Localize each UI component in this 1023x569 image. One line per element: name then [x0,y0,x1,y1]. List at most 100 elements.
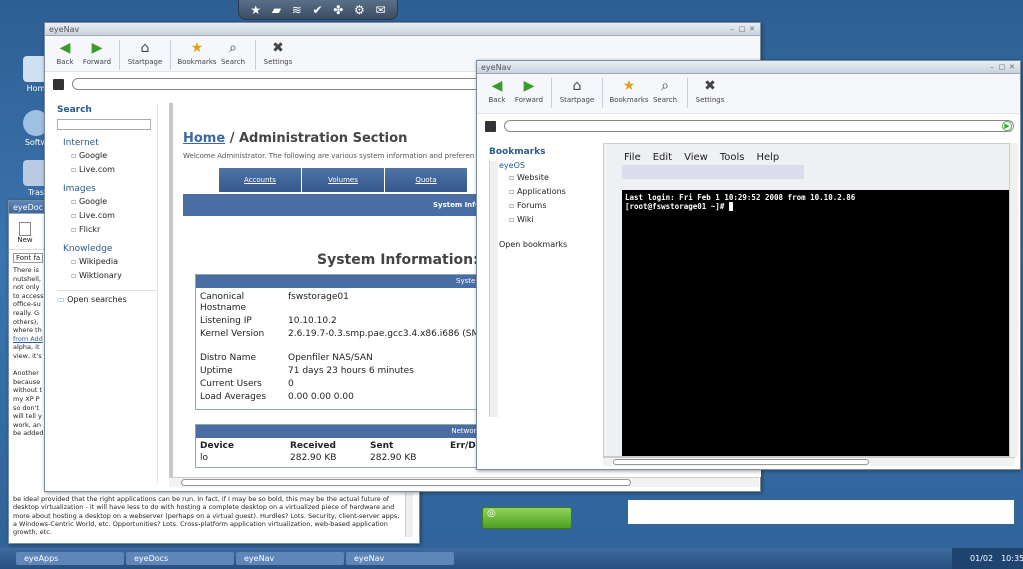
search-engine-item[interactable]: Wiktionary [71,270,157,282]
network-column-header: Sent [370,441,394,451]
vital-key: Kernel Version [200,329,265,339]
startpage-button[interactable]: ⌂ Startpage [126,40,164,66]
back-arrow-icon: ◀ [59,40,71,56]
document-bottom-text[interactable]: be ideal provided that the right applica… [9,493,409,537]
back-button[interactable]: ◀ Back [481,78,513,104]
vital-key: Current Users [200,379,262,389]
close-icon[interactable]: ✕ [748,25,756,33]
bookmark-item[interactable]: Forums [509,200,593,212]
admin-tab[interactable]: Volumes [302,168,384,192]
forward-button[interactable]: ▶ Forward [513,78,545,104]
settings-button[interactable]: ✖ Settings [694,78,726,104]
window-title: eyeDoc [13,202,44,212]
bookmarks-heading: Bookmarks [489,147,546,157]
section-title: / Administration Section [225,131,408,146]
maximize-icon[interactable]: □ [738,25,746,33]
task-eyenav-1[interactable]: eyeNav [236,552,344,565]
task-eyeapps[interactable]: eyeApps [16,552,124,565]
search-label: Search [652,96,678,104]
search-engine-item[interactable]: Live.com [71,210,157,222]
bookmarks-button[interactable]: ★ Bookmarks [609,78,649,104]
search-engine-item[interactable]: Google [71,196,157,208]
doc-scrollbar[interactable] [405,493,413,537]
date-text: 01/02 [970,554,994,563]
back-button[interactable]: ◀ Back [49,40,81,66]
gear-icon[interactable]: ⚙ [354,4,365,16]
horizontal-scrollbar[interactable] [169,477,759,487]
new-button[interactable]: New [15,222,35,244]
terminal-horizontal-scrollbar[interactable] [603,457,1015,466]
terminal-vertical-scrollbar[interactable] [1009,143,1018,457]
scrollbar-thumb[interactable] [613,459,869,465]
search-group-heading: Images [63,184,96,194]
startpage-label: Startpage [127,58,163,66]
terminal-frame: File Edit View Tools Help Last login: Fri Fe… [603,143,1015,457]
save-icon[interactable] [485,120,496,132]
save-icon[interactable] [53,78,64,90]
open-searches[interactable]: ▭ Open searches [57,290,157,304]
home-link[interactable]: Home [183,131,225,146]
eyeos-green-button[interactable]: ◎ [482,507,572,529]
terminal-menu-item[interactable]: Tools [720,152,745,163]
vital-key: Canonical Hostname [200,292,247,313]
search-engine-item[interactable]: Live.com [71,164,157,176]
minimize-icon[interactable]: – [728,25,736,33]
maximize-icon[interactable]: □ [998,63,1006,71]
network-column-header: Device [200,441,234,451]
network-cell: lo [200,453,209,463]
rss-icon[interactable]: ≋ [292,4,302,16]
settings-button[interactable]: ✖ Settings [262,40,294,66]
terminal-prompt: [root@fswstorage01 ~]# [625,202,729,211]
forward-button[interactable]: ▶ Forward [81,40,113,66]
admin-tab[interactable]: Accounts [219,168,301,192]
terminal-menu-item[interactable]: Edit [653,152,672,163]
vital-key: Distro Name [200,353,257,363]
admin-tab[interactable]: Quota [385,168,467,192]
bookmarks-button[interactable]: ★ Bookmarks [177,40,217,66]
star-icon: ★ [190,40,204,56]
terminal-menu-item[interactable]: Help [756,152,779,163]
startpage-button[interactable]: ⌂ Startpage [558,78,596,104]
task-eyedocs[interactable]: eyeDocs [126,552,234,565]
font-family-select[interactable]: Font fa [13,253,44,263]
network-column-header: Received [290,441,336,451]
window-title: eyeNav [49,24,80,34]
search-label: Search [220,58,246,66]
folder-icon: ▭ [57,295,65,304]
star-icon[interactable]: ★ [250,4,261,16]
back-label: Back [56,58,74,66]
bookmark-item[interactable]: Applications [509,186,593,198]
briefcase-icon[interactable]: ▰ [272,4,281,16]
search-engine-item[interactable]: Flickr [71,224,157,236]
bookmarks-scrollbar[interactable] [489,161,498,417]
terminal-menu-item[interactable]: File [624,152,641,163]
open-searches-label: Open searches [67,295,127,304]
close-icon[interactable]: ✕ [1008,63,1016,71]
task-eyenav-2[interactable]: eyeNav [346,552,454,565]
startpage-label: Startpage [559,96,595,104]
search-engine-item[interactable]: Wikipedia [71,256,157,268]
minimize-icon[interactable]: – [988,63,996,71]
mail-icon[interactable]: ✉ [376,4,386,16]
url-input[interactable] [504,120,1014,132]
check-icon[interactable]: ✔ [313,4,323,16]
search-engine-item[interactable]: Google [71,150,157,162]
eyeos-logo-icon: ◎ [487,508,496,519]
search-button[interactable]: ⌕ Search [217,40,249,66]
terminal-screen[interactable]: Last login: Fri Feb 1 10:29:52 2008 from… [622,190,1010,456]
terminal-line: Last login: Fri Feb 1 10:29:52 2008 from… [625,193,856,202]
bookmark-item[interactable]: Wiki [509,214,593,226]
bookmark-item[interactable]: Website [509,172,593,184]
vital-key: Uptime [200,366,233,376]
open-bookmarks[interactable]: Open bookmarks [499,240,593,249]
go-icon[interactable]: ▶ [1002,121,1012,131]
search-input[interactable] [57,119,151,130]
home-icon: ⌂ [572,78,582,94]
search-button[interactable]: ⌕ Search [649,78,681,104]
terminal-menu-item[interactable]: View [684,152,708,163]
scrollbar-thumb[interactable] [181,479,631,486]
star-icon: ★ [622,78,636,94]
search-group-heading: Internet [63,138,99,148]
bookmark-folder-eyeos[interactable]: eyeOS [499,161,593,170]
gamepad-icon[interactable]: ✤ [333,4,343,16]
